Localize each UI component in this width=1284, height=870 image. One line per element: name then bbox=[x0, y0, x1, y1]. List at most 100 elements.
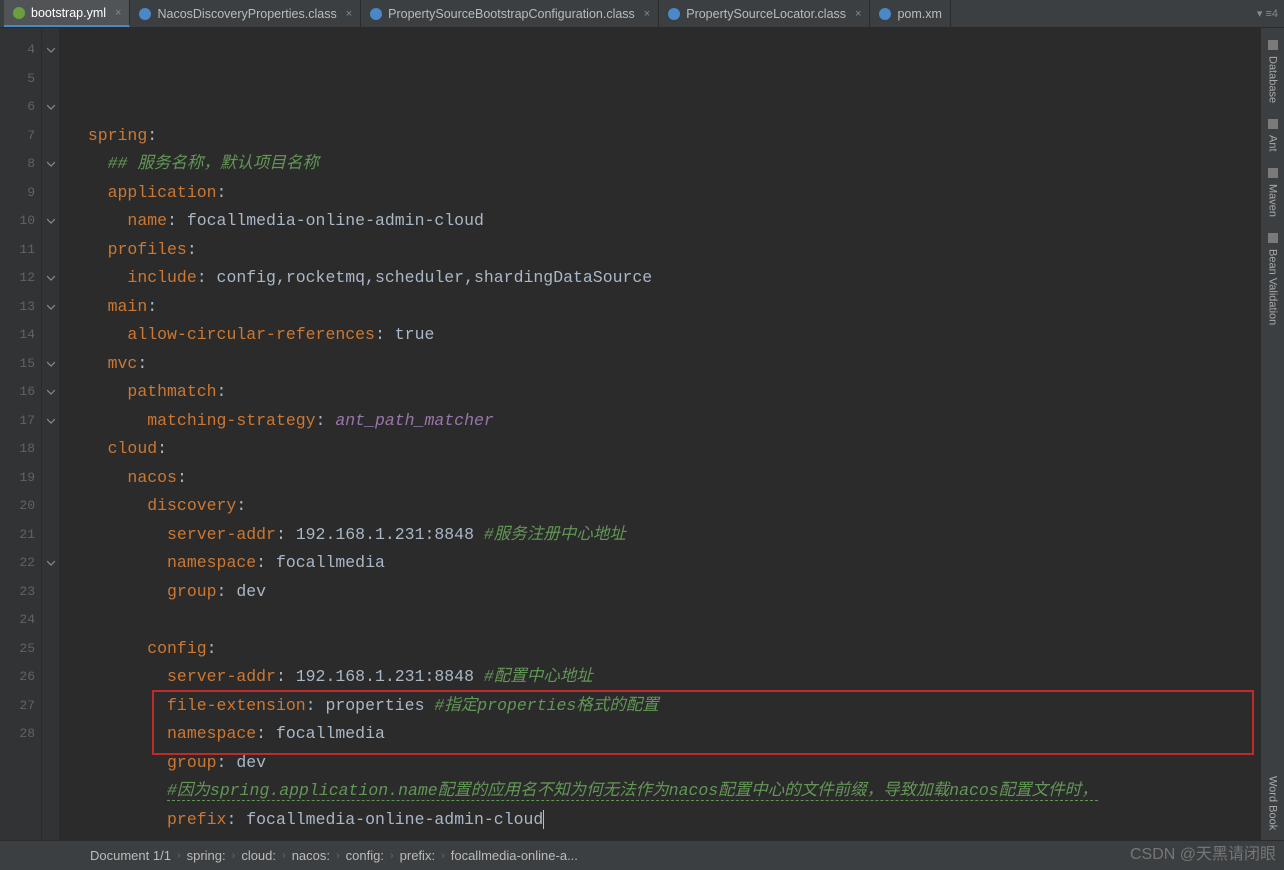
toolwindow-database[interactable]: Database bbox=[1266, 38, 1280, 103]
line-number: 6 bbox=[0, 93, 35, 122]
tab-bootstrap-yml[interactable]: bootstrap.yml× bbox=[4, 0, 130, 27]
line-number: 16 bbox=[0, 378, 35, 407]
breadcrumb-item[interactable]: Document 1/1 bbox=[90, 848, 171, 863]
breadcrumb-bar: Document 1/1 › spring: › cloud: › nacos: › confi… bbox=[0, 840, 1284, 870]
fold-marker[interactable] bbox=[42, 264, 59, 293]
breadcrumb-separator: › bbox=[390, 850, 394, 862]
code-line[interactable]: ## 服务名称，默认项目名称 bbox=[68, 150, 1284, 179]
tab-label: PropertySourceLocator.class bbox=[686, 7, 846, 21]
code-line[interactable]: mvc: bbox=[68, 350, 1284, 379]
file-icon bbox=[138, 7, 152, 21]
code-line[interactable]: group: dev bbox=[68, 749, 1284, 778]
fold-marker bbox=[42, 464, 59, 493]
code-line[interactable]: cloud: bbox=[68, 435, 1284, 464]
fold-marker[interactable] bbox=[42, 549, 59, 578]
fold-marker[interactable] bbox=[42, 207, 59, 236]
toolwindow-ant[interactable]: Ant bbox=[1266, 117, 1280, 152]
code-line[interactable]: config: bbox=[68, 635, 1284, 664]
fold-marker[interactable] bbox=[42, 293, 59, 322]
line-number: 14 bbox=[0, 321, 35, 350]
maven-icon bbox=[1266, 166, 1280, 180]
fold-marker bbox=[42, 179, 59, 208]
breadcrumb-item[interactable]: nacos: bbox=[292, 848, 330, 863]
fold-marker[interactable] bbox=[42, 93, 59, 122]
code-line[interactable]: server-addr: 192.168.1.231:8848 #服务注册中心地… bbox=[68, 521, 1284, 550]
line-number: 15 bbox=[0, 350, 35, 379]
code-line[interactable]: namespace: focallmedia bbox=[68, 720, 1284, 749]
file-icon bbox=[667, 7, 681, 21]
code-line[interactable]: group: dev bbox=[68, 578, 1284, 607]
code-line[interactable]: spring: bbox=[68, 122, 1284, 151]
right-tool-rail: Database Ant Maven Bean Validation Word Book bbox=[1260, 28, 1284, 840]
code-line[interactable]: nacos: bbox=[68, 464, 1284, 493]
breadcrumb-item[interactable]: cloud: bbox=[241, 848, 276, 863]
line-number: 26 bbox=[0, 663, 35, 692]
tab-label: pom.xm bbox=[897, 7, 941, 21]
tab-nacosdiscoveryproperties-class[interactable]: NacosDiscoveryProperties.class× bbox=[130, 0, 361, 27]
code-line[interactable]: name: focallmedia-online-admin-cloud bbox=[68, 207, 1284, 236]
fold-marker bbox=[42, 635, 59, 664]
breadcrumb-separator: › bbox=[441, 850, 445, 862]
code-line[interactable]: application: bbox=[68, 179, 1284, 208]
file-icon bbox=[369, 7, 383, 21]
breadcrumb-separator: › bbox=[232, 850, 236, 862]
fold-marker[interactable] bbox=[42, 378, 59, 407]
code-line[interactable]: allow-circular-references: true bbox=[68, 321, 1284, 350]
fold-marker bbox=[42, 578, 59, 607]
close-icon[interactable]: × bbox=[346, 8, 352, 20]
tab-label: PropertySourceBootstrapConfiguration.cla… bbox=[388, 7, 635, 21]
fold-strip bbox=[42, 28, 60, 840]
line-number: 25 bbox=[0, 635, 35, 664]
code-line[interactable]: pathmatch: bbox=[68, 378, 1284, 407]
code-line[interactable]: main: bbox=[68, 293, 1284, 322]
code-line[interactable]: file-extension: properties #指定properties… bbox=[68, 692, 1284, 721]
horizontal-scrollbar[interactable] bbox=[120, 828, 1248, 838]
code-content[interactable]: ✔ spring: ## 服务名称，默认项目名称 application: na… bbox=[60, 28, 1284, 840]
breadcrumb-item[interactable]: prefix: bbox=[400, 848, 435, 863]
toolwindow-word-book[interactable]: Word Book bbox=[1267, 776, 1279, 830]
line-number: 7 bbox=[0, 122, 35, 151]
line-number: 19 bbox=[0, 464, 35, 493]
code-line[interactable] bbox=[68, 606, 1284, 635]
line-number: 24 bbox=[0, 606, 35, 635]
line-number: 17 bbox=[0, 407, 35, 436]
line-number: 10 bbox=[0, 207, 35, 236]
code-line[interactable]: server-addr: 192.168.1.231:8848 #配置中心地址 bbox=[68, 663, 1284, 692]
line-number: 4 bbox=[0, 36, 35, 65]
code-line[interactable]: namespace: focallmedia bbox=[68, 549, 1284, 578]
close-icon[interactable]: × bbox=[855, 8, 861, 20]
toolwindow-bean-validation[interactable]: Bean Validation bbox=[1266, 231, 1280, 325]
tab-pom-xm[interactable]: pom.xm bbox=[870, 0, 950, 27]
toolwindow-maven[interactable]: Maven bbox=[1266, 166, 1280, 217]
line-number: 21 bbox=[0, 521, 35, 550]
code-line[interactable]: #因为spring.application.name配置的应用名不知为何无法作为… bbox=[68, 777, 1284, 806]
fold-marker[interactable] bbox=[42, 36, 59, 65]
fold-marker[interactable] bbox=[42, 407, 59, 436]
line-number: 5 bbox=[0, 65, 35, 94]
code-line[interactable]: discovery: bbox=[68, 492, 1284, 521]
code-line[interactable]: include: config,rocketmq,scheduler,shard… bbox=[68, 264, 1284, 293]
close-icon[interactable]: × bbox=[644, 8, 650, 20]
fold-marker bbox=[42, 236, 59, 265]
close-icon[interactable]: × bbox=[115, 7, 121, 19]
line-number: 23 bbox=[0, 578, 35, 607]
tab-propertysourcebootstrapconfiguration-class[interactable]: PropertySourceBootstrapConfiguration.cla… bbox=[361, 0, 659, 27]
line-number: 27 bbox=[0, 692, 35, 721]
rail-label: Ant bbox=[1267, 135, 1279, 152]
breadcrumb-item[interactable]: focallmedia-online-a... bbox=[451, 848, 578, 863]
tab-overflow-indicator[interactable]: ▾ ≡4 bbox=[1257, 7, 1284, 20]
breadcrumb-separator: › bbox=[177, 850, 181, 862]
rail-label: Bean Validation bbox=[1267, 249, 1279, 325]
breadcrumb-item[interactable]: config: bbox=[346, 848, 384, 863]
fold-marker[interactable] bbox=[42, 150, 59, 179]
ant-icon bbox=[1266, 117, 1280, 131]
database-icon bbox=[1266, 38, 1280, 52]
breadcrumb-item[interactable]: spring: bbox=[187, 848, 226, 863]
code-line[interactable]: profiles: bbox=[68, 236, 1284, 265]
fold-marker bbox=[42, 435, 59, 464]
fold-marker[interactable] bbox=[42, 350, 59, 379]
rail-label: Maven bbox=[1267, 184, 1279, 217]
code-line[interactable]: matching-strategy: ant_path_matcher bbox=[68, 407, 1284, 436]
tab-propertysourcelocator-class[interactable]: PropertySourceLocator.class × bbox=[659, 0, 870, 27]
file-icon bbox=[12, 6, 26, 20]
